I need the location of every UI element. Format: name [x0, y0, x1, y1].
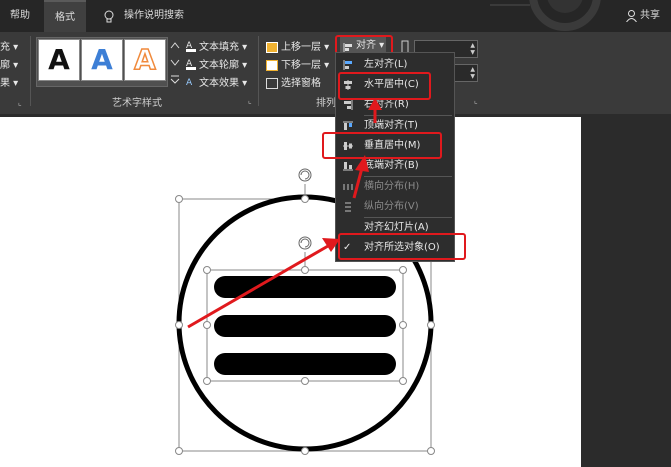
arrow-head-up-middle — [355, 155, 369, 172]
annotation-arrows — [187, 98, 382, 329]
arrow-head-diagonal — [322, 238, 340, 252]
arrow-head-up-center — [368, 98, 382, 110]
